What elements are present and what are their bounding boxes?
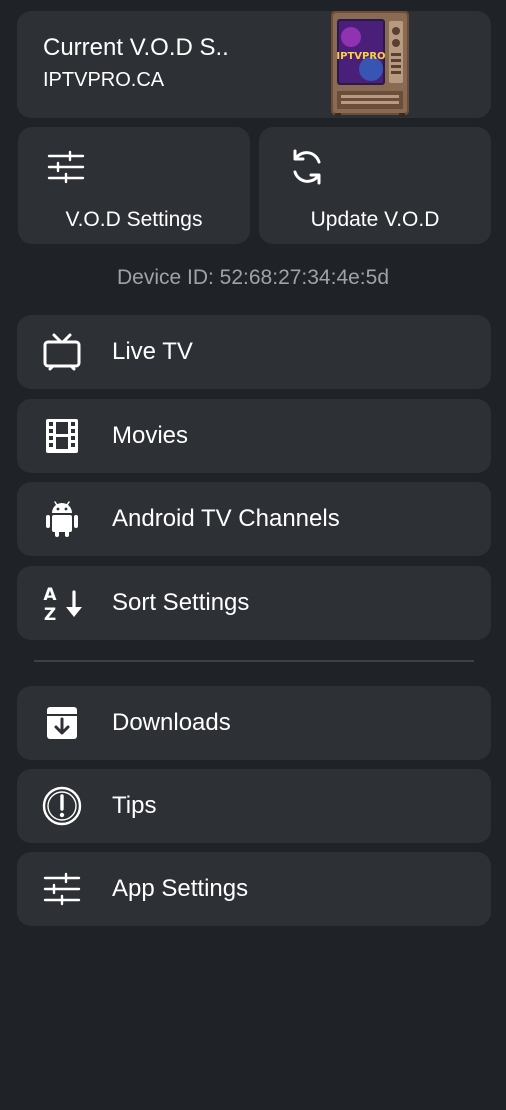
sliders-icon xyxy=(42,869,82,909)
refresh-icon xyxy=(287,147,327,187)
alert-circle-icon xyxy=(42,786,82,826)
sliders-icon xyxy=(46,147,86,187)
menu-item-label: App Settings xyxy=(112,875,249,902)
menu-item-downloads[interactable]: Downloads xyxy=(17,686,491,760)
menu-item-label: Live TV xyxy=(112,338,193,365)
iptvpro-logo-thumbnail: IPTVPRO xyxy=(329,11,411,118)
menu-item-label: Android TV Channels xyxy=(112,505,340,532)
menu-item-tips[interactable]: Tips xyxy=(17,769,491,843)
film-icon xyxy=(42,416,82,456)
menu-item-label: Tips xyxy=(112,792,157,819)
vod-settings-button[interactable]: V.O.D Settings xyxy=(18,127,250,244)
sort-az-icon: A Z xyxy=(42,583,82,623)
vod-settings-label: V.O.D Settings xyxy=(65,208,203,231)
menu-divider xyxy=(34,660,474,662)
menu-item-app-settings[interactable]: App Settings xyxy=(17,852,491,926)
menu-item-movies[interactable]: Movies xyxy=(17,399,491,473)
current-vod-source-card[interactable]: Current V.O.D S.. IPTVPRO.CA IPTVPRO xyxy=(17,11,491,118)
device-id-text: Device ID: 52:68:27:34:4e:5d xyxy=(116,266,389,289)
svg-text:Z: Z xyxy=(44,605,56,623)
menu-item-label: Sort Settings xyxy=(112,589,250,616)
menu-item-live-tv[interactable]: Live TV xyxy=(17,315,491,389)
tv-icon xyxy=(42,332,82,372)
current-source-name: IPTVPRO.CA xyxy=(43,69,165,91)
update-vod-button[interactable]: Update V.O.D xyxy=(259,127,491,244)
update-vod-label: Update V.O.D xyxy=(310,208,440,231)
svg-text:A: A xyxy=(43,585,57,605)
android-icon xyxy=(42,499,82,539)
thumbnail-logo-text: IPTVPRO xyxy=(336,51,385,62)
menu-item-label: Downloads xyxy=(112,709,231,736)
download-box-icon xyxy=(42,703,82,743)
menu-item-sort-settings[interactable]: A Z Sort Settings xyxy=(17,566,491,640)
current-source-title: Current V.O.D S.. xyxy=(43,34,229,61)
menu-item-android-tv-channels[interactable]: Android TV Channels xyxy=(17,482,491,556)
menu-item-label: Movies xyxy=(112,422,189,449)
